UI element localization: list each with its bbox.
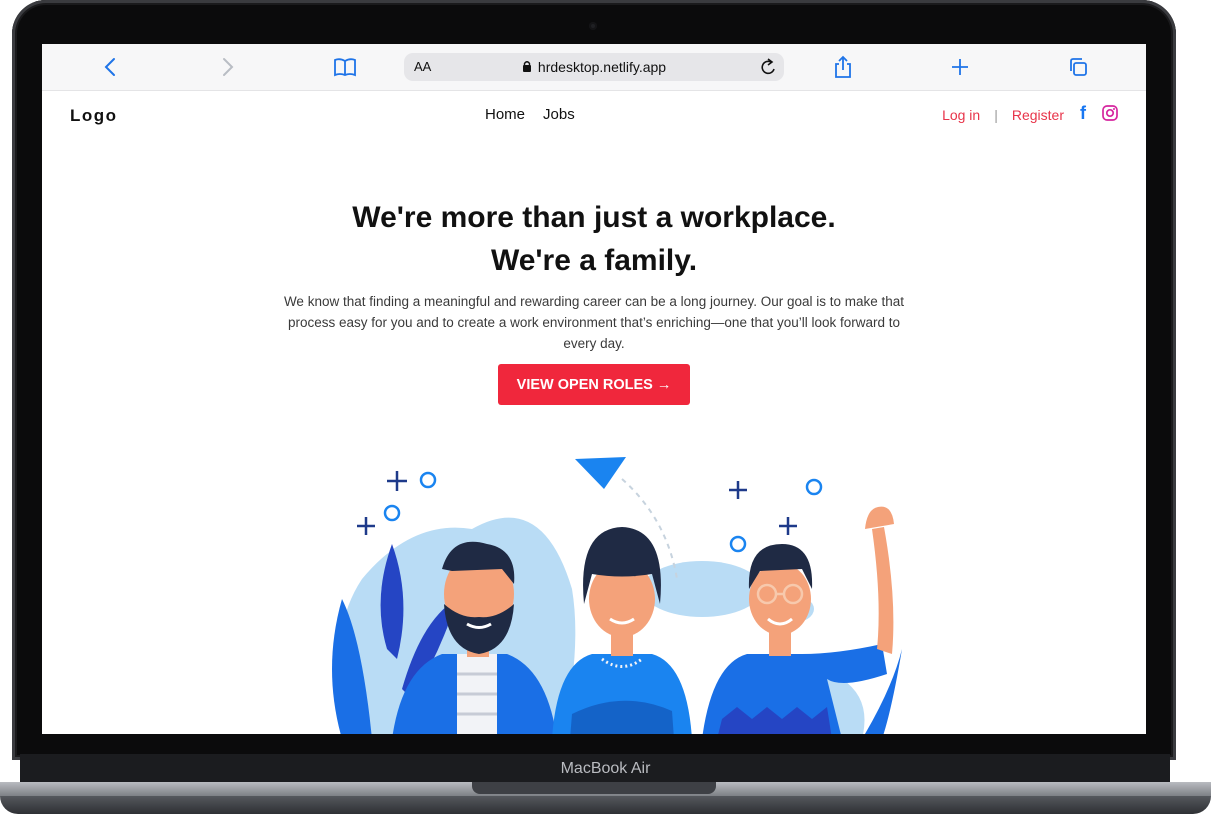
laptop-base-bottom [0, 796, 1211, 814]
forward-icon[interactable] [215, 54, 241, 80]
reload-icon[interactable] [760, 57, 778, 82]
site-logo[interactable]: Logo [70, 106, 118, 126]
nav-jobs-link[interactable]: Jobs [543, 106, 575, 123]
screen: AA hrdesktop.netlify.app Logo Home Jobs L… [42, 44, 1146, 734]
share-icon[interactable] [830, 54, 856, 80]
auth-separator: | [994, 107, 998, 123]
hero-lead: We know that finding a meaningful and re… [283, 294, 905, 351]
team-illustration [332, 457, 902, 734]
url-text[interactable]: hrdesktop.netlify.app [404, 59, 784, 75]
auth-links: Log in | Register f [942, 103, 1118, 124]
login-link[interactable]: Log in [942, 107, 980, 123]
instagram-icon[interactable] [1102, 104, 1118, 124]
hero-headline: We're more than just a workplace. We're … [42, 196, 1146, 282]
headline-line-2: We're a family. [490, 244, 698, 277]
facebook-icon[interactable]: f [1080, 103, 1086, 124]
tabs-icon[interactable] [1065, 54, 1091, 80]
nav-home-link[interactable]: Home [485, 106, 525, 123]
site-header: Logo Home Jobs Log in | Register f [42, 91, 1146, 137]
register-link[interactable]: Register [1012, 107, 1064, 123]
browser-toolbar: AA hrdesktop.netlify.app [42, 44, 1146, 91]
address-bar[interactable]: AA hrdesktop.netlify.app [404, 53, 784, 81]
headline-line-1: We're more than just a workplace. [352, 201, 836, 234]
back-icon[interactable] [97, 54, 123, 80]
main-nav: Home Jobs [485, 106, 593, 123]
bookmarks-icon[interactable] [332, 54, 358, 80]
device-label: MacBook Air [560, 760, 651, 777]
url-label: hrdesktop.netlify.app [537, 59, 667, 75]
base-notch [472, 782, 716, 794]
camera [589, 22, 597, 30]
new-tab-icon[interactable] [947, 54, 973, 80]
view-open-roles-button[interactable]: VIEW OPEN ROLES → [498, 364, 690, 405]
lock-icon [522, 61, 531, 72]
